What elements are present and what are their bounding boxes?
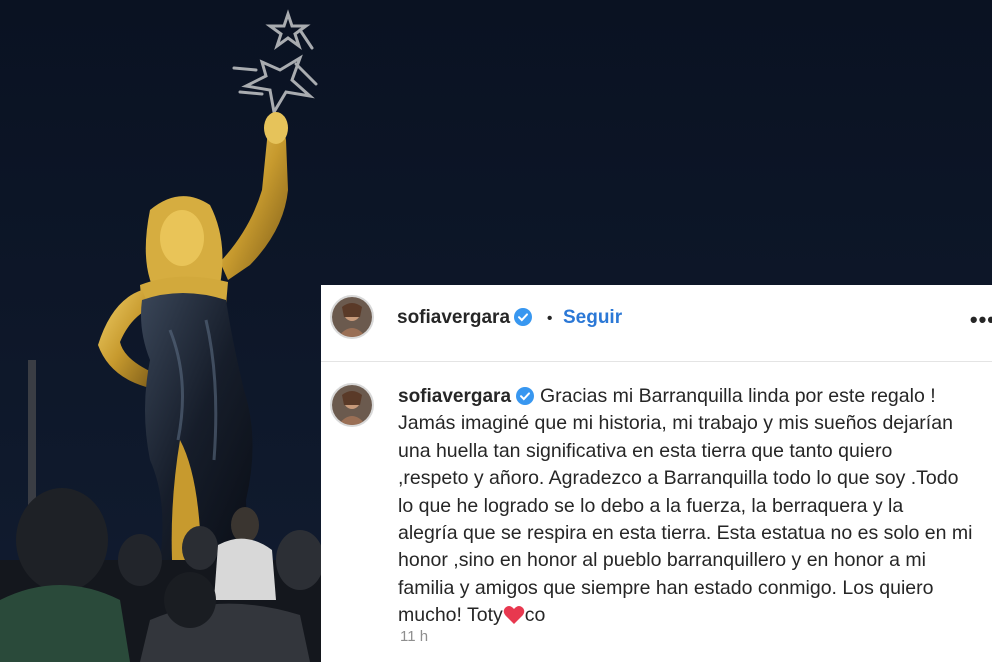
- avatar-image: [332, 297, 372, 337]
- caption-line: una huella tan significativa en esta tie…: [398, 439, 893, 462]
- more-options-icon[interactable]: •••: [970, 307, 992, 333]
- header-username[interactable]: sofiavergara: [397, 307, 510, 328]
- avatar-image: [332, 385, 372, 425]
- caption-suffix: co: [524, 604, 546, 627]
- header-avatar[interactable]: [330, 295, 374, 339]
- caption-line: Jamás imaginé que mi historia, mi trabaj…: [398, 412, 953, 435]
- post-caption: sofiavergara Gracias mi Barranquilla lind…: [398, 383, 983, 630]
- caption-line: honor ,sino en honor al pueblo barranqui…: [398, 549, 926, 572]
- post-timestamp[interactable]: 11 h: [400, 628, 428, 645]
- caption-line: ,respeto y añoro. Agradezco a Barranquil…: [398, 467, 959, 490]
- post-header: sofiavergara • Seguir •••: [321, 285, 992, 362]
- caption-line: familia y amigos que siempre han estado …: [398, 576, 934, 599]
- caption-line: alegría que se respira en esta tierra. E…: [398, 522, 973, 545]
- verified-badge-icon: [514, 308, 533, 326]
- verified-badge-icon: [516, 387, 535, 405]
- caption-line: mucho! Toty: [398, 604, 503, 627]
- dot-separator: •: [546, 310, 553, 327]
- caption-line: Gracias mi Barranquilla linda por este r…: [540, 385, 936, 407]
- caption-line: lo que he logrado se lo debo a la fuerza…: [398, 494, 904, 517]
- caption-avatar[interactable]: [330, 383, 374, 427]
- instagram-post-card: sofiavergara • Seguir ••• sofiavergara Gr…: [321, 285, 992, 662]
- caption-username[interactable]: sofiavergara: [398, 386, 511, 407]
- follow-button[interactable]: Seguir: [563, 307, 622, 328]
- heart-emoji-icon: [503, 606, 525, 625]
